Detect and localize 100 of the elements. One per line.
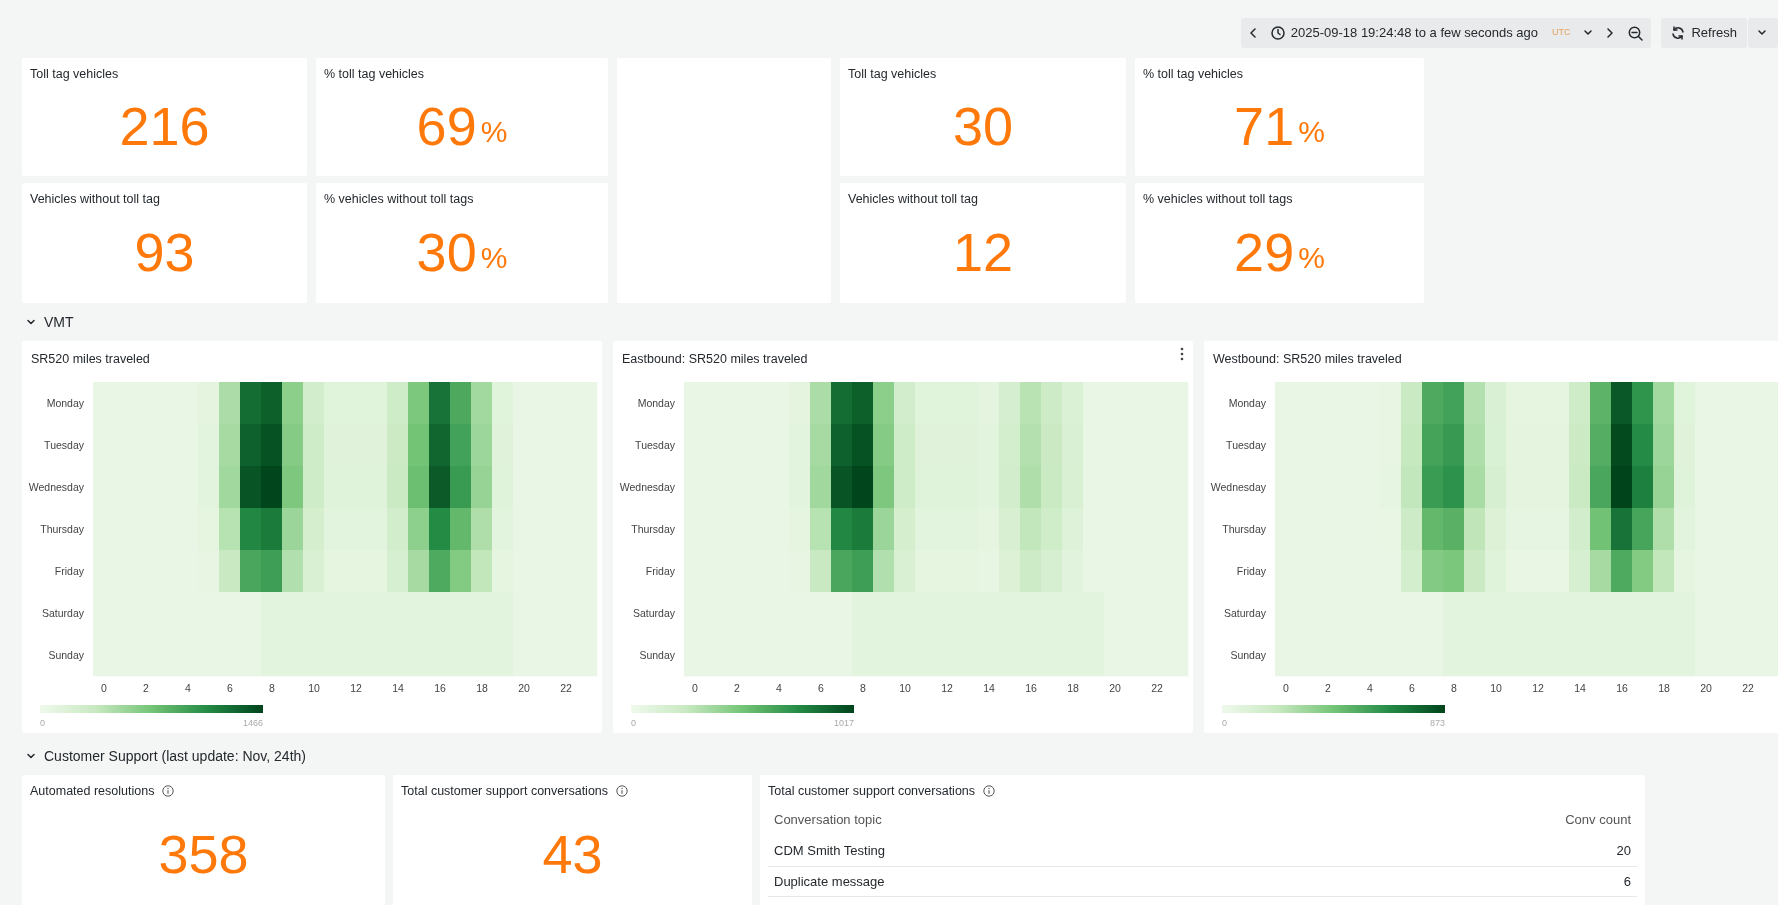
axis-label: Sunday — [1230, 649, 1266, 661]
stat-value: 30 — [952, 99, 1014, 154]
stat-value: 71 — [1234, 99, 1295, 154]
axis-label: Saturday — [1223, 607, 1266, 619]
stat-unit: % — [1298, 117, 1325, 148]
axis-label: Monday — [46, 397, 84, 409]
table-cell: Duplicate message — [768, 866, 1301, 897]
axis-label: 16 — [1025, 682, 1037, 694]
axis-label: 6 — [227, 682, 233, 694]
axis-label: 10 — [899, 682, 911, 694]
table-cell: CDM Smith Testing — [768, 836, 1301, 867]
scale-label: 0 — [1222, 718, 1227, 728]
axis-label: Thursday — [631, 523, 675, 535]
refresh-interval-button[interactable] — [1748, 18, 1778, 48]
stat-value: 43 — [542, 827, 603, 882]
stat-value: 93 — [134, 225, 195, 280]
column-header[interactable]: Conversation topic — [768, 802, 1301, 837]
axis-label: Monday — [637, 397, 675, 409]
panel-title: Toll tag vehicles — [30, 66, 119, 83]
axis-label: Friday — [1236, 565, 1266, 577]
panel-title: % vehicles without toll tags — [324, 191, 474, 208]
caret-icon — [1758, 30, 1766, 36]
axis-label: Thursday — [1222, 523, 1266, 535]
chevron-down-icon[interactable] — [26, 751, 36, 761]
axis-label: 20 — [518, 682, 530, 694]
axis-label: 0 — [101, 682, 107, 694]
panel-title: Automated resolutions — [30, 783, 155, 800]
axis-label: 8 — [1451, 682, 1457, 694]
stat-value: 69 — [416, 99, 477, 154]
axis-label: Friday — [54, 565, 84, 577]
stat-unit: % — [480, 243, 508, 274]
panel-title: Vehicles without toll tag — [30, 191, 160, 208]
scale-label: 0 — [631, 718, 636, 728]
stat-value: 358 — [158, 827, 249, 882]
axis-label: 18 — [1658, 682, 1670, 694]
refresh-button[interactable]: Refresh — [1661, 18, 1747, 48]
axis-label: 16 — [1616, 682, 1628, 694]
axis-label: 14 — [1574, 682, 1586, 694]
table-cell: 6 — [1300, 866, 1637, 897]
chevron-down-icon[interactable] — [26, 317, 36, 327]
axis-label: 6 — [818, 682, 824, 694]
stat-value: 12 — [952, 225, 1014, 280]
column-header[interactable]: Conv count — [1300, 802, 1637, 837]
panel-title: Total customer support conversations — [401, 783, 609, 800]
axis-label: 2 — [1325, 682, 1331, 694]
caret-icon — [1584, 30, 1593, 36]
axis-label: 22 — [1742, 682, 1754, 694]
axis-label: 6 — [1409, 682, 1415, 694]
scale-label: 1466 — [242, 718, 263, 728]
axis-label: Wednesday — [619, 481, 675, 493]
scale-label: 0 — [40, 718, 45, 728]
info-icon — [983, 785, 996, 798]
axis-label: 10 — [1490, 682, 1502, 694]
panel-title: Vehicles without toll tag — [848, 191, 978, 208]
axis-label: 8 — [269, 682, 275, 694]
axis-label: Sunday — [48, 649, 84, 661]
panel-title: Eastbound: SR520 miles traveled — [622, 352, 808, 366]
time-range-picker[interactable]: 2025-09-18 19:24:48 to a few seconds ago — [1270, 23, 1538, 43]
scale-label: 873 — [1429, 718, 1445, 728]
axis-label: 0 — [692, 682, 698, 694]
next-button[interactable] — [1606, 28, 1615, 38]
panel-title: SR520 miles traveled — [31, 352, 150, 366]
axis-label: Sunday — [639, 649, 675, 661]
axis-label: 18 — [1067, 682, 1079, 694]
info-icon — [162, 785, 175, 798]
chevron-left-icon — [1248, 28, 1257, 38]
chevron-right-icon — [1606, 28, 1615, 38]
stat-value: 30 — [416, 225, 477, 280]
stat-value: 216 — [119, 99, 210, 154]
panel-title: Westbound: SR520 miles traveled — [1213, 352, 1402, 366]
panel-title: % vehicles without toll tags — [1143, 191, 1293, 208]
axis-label: 4 — [185, 682, 191, 694]
axis-label: Friday — [645, 565, 675, 577]
row-title[interactable]: VMT — [44, 311, 74, 333]
axis-label: 18 — [476, 682, 488, 694]
axis-label: Saturday — [41, 607, 84, 619]
row-title[interactable]: Customer Support (last update: Nov, 24th) — [44, 745, 306, 767]
axis-label: 22 — [560, 682, 572, 694]
axis-label: Tuesday — [44, 439, 84, 451]
scale-label: 1017 — [833, 718, 854, 728]
zoom-out-button[interactable] — [1628, 25, 1644, 41]
panel-title: % toll tag vehicles — [324, 66, 425, 83]
axis-label: 2 — [143, 682, 149, 694]
panel-title: Total customer support conversations — [768, 783, 976, 800]
panel-title: % toll tag vehicles — [1143, 66, 1244, 83]
axis-label: Saturday — [632, 607, 675, 619]
axis-label: 14 — [983, 682, 995, 694]
axis-label: Wednesday — [1210, 481, 1266, 493]
stat-value: 29 — [1234, 225, 1295, 280]
axis-label: 12 — [941, 682, 953, 694]
previous-button[interactable] — [1248, 28, 1257, 38]
timezone-label: UTC — [1551, 26, 1571, 40]
stat-unit: % — [480, 117, 508, 148]
axis-label: 20 — [1700, 682, 1712, 694]
axis-label: 12 — [350, 682, 362, 694]
clock-icon — [1270, 26, 1285, 40]
info-icon — [616, 785, 629, 798]
refresh-icon — [1671, 26, 1686, 40]
axis-label: 2 — [734, 682, 740, 694]
axis-label: 0 — [1283, 682, 1289, 694]
